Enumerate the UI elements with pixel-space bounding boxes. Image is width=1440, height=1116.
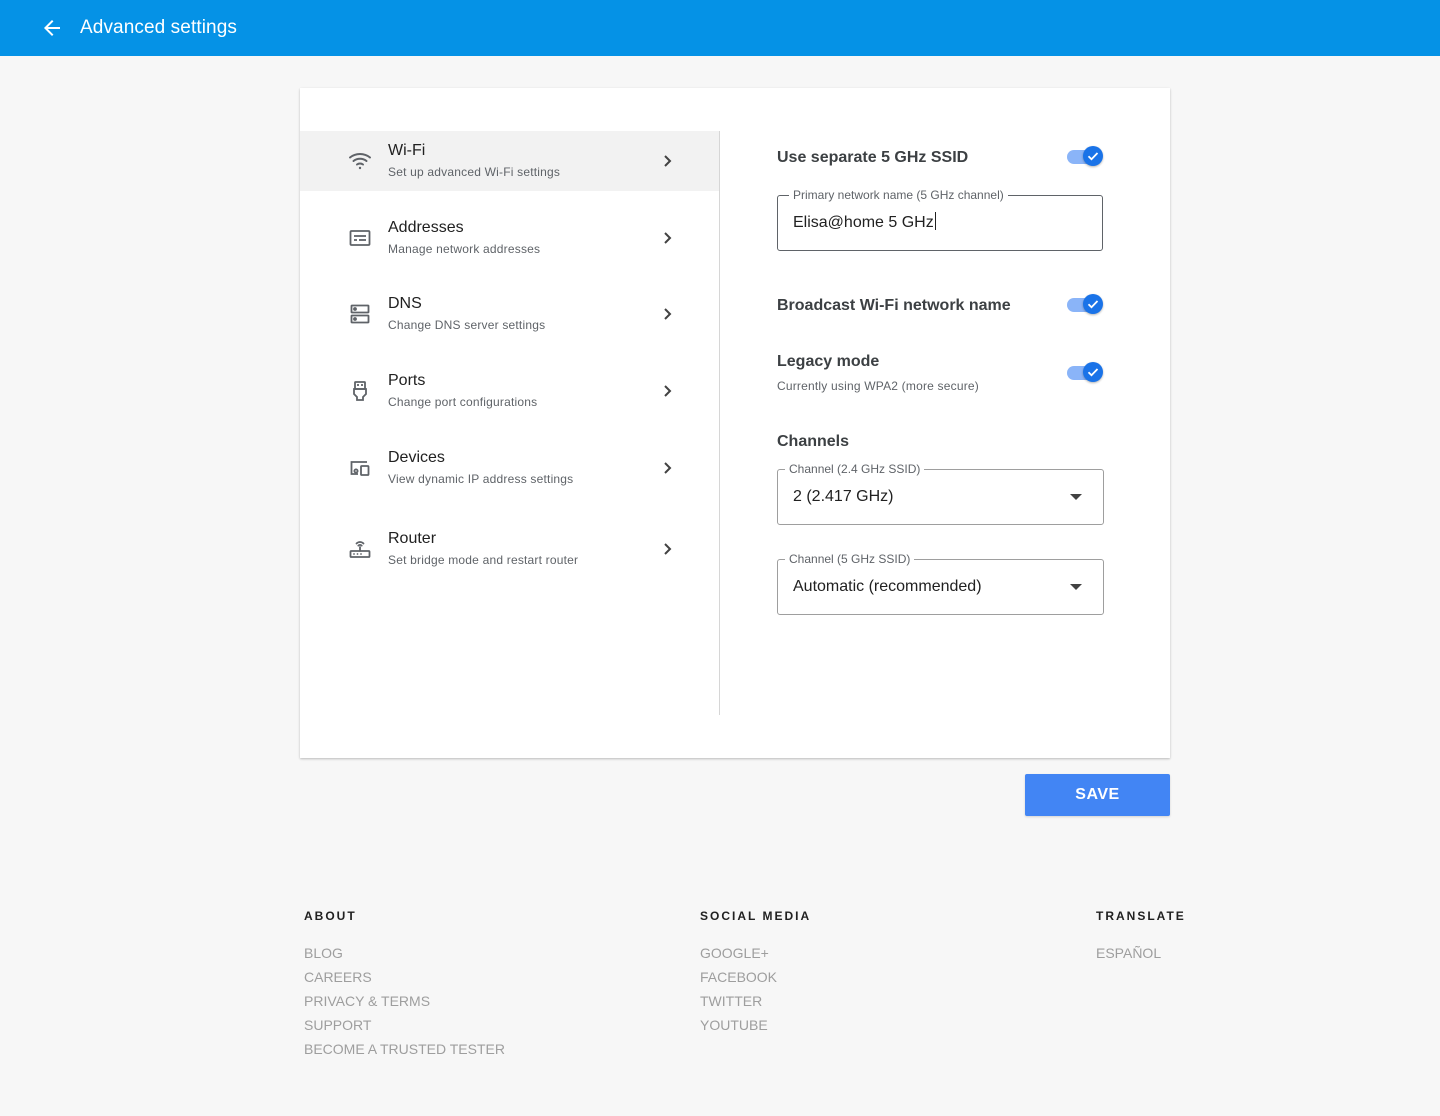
nav-item-subtitle: View dynamic IP address settings	[388, 472, 574, 486]
app-bar: Advanced settings	[0, 0, 1440, 56]
channels-heading: Channels	[777, 433, 850, 450]
page-title: Advanced settings	[80, 17, 237, 38]
footer-link-privacy-terms[interactable]: PRIVACY & TERMS	[304, 989, 505, 1013]
server-icon	[348, 302, 372, 326]
footer-link-trusted-tester[interactable]: BECOME A TRUSTED TESTER	[304, 1037, 505, 1061]
nav-item-router[interactable]: Router Set bridge mode and restart route…	[300, 519, 719, 579]
broadcast-label: Broadcast Wi-Fi network name	[777, 297, 1011, 314]
save-button[interactable]: SAVE	[1025, 774, 1170, 816]
ethernet-port-icon	[348, 379, 372, 403]
wifi-icon	[348, 149, 372, 173]
footer-link-google-plus[interactable]: GOOGLE+	[700, 941, 811, 965]
nav-item-ports[interactable]: Ports Change port configurations	[300, 361, 719, 421]
channel-5-select[interactable]: Channel (5 GHz SSID) Automatic (recommen…	[777, 552, 1104, 615]
nav-item-subtitle: Manage network addresses	[388, 242, 541, 256]
nav-item-label: Addresses	[388, 219, 464, 236]
nav-item-label: Wi-Fi	[388, 142, 426, 159]
vertical-divider	[719, 131, 720, 715]
nav-item-subtitle: Set up advanced Wi-Fi settings	[388, 165, 561, 179]
legacy-mode-label: Legacy mode	[777, 353, 880, 370]
field-value: Elisa@home 5 GHz	[793, 214, 934, 231]
footer-link-youtube[interactable]: YOUTUBE	[700, 1013, 811, 1037]
nav-item-dns[interactable]: DNS Change DNS server settings	[300, 284, 719, 344]
chevron-right-icon	[660, 149, 676, 173]
chevron-right-icon	[660, 226, 676, 250]
nav-item-subtitle: Set bridge mode and restart router	[388, 553, 579, 567]
back-arrow-icon[interactable]	[40, 16, 64, 40]
footer-link-facebook[interactable]: FACEBOOK	[700, 965, 811, 989]
legacy-mode-subtitle: Currently using WPA2 (more secure)	[777, 379, 979, 393]
select-value: 2 (2.417 GHz)	[793, 488, 894, 505]
footer-heading: ABOUT	[304, 909, 357, 923]
nav-item-subtitle: Change DNS server settings	[388, 318, 546, 332]
field-label: Channel (5 GHz SSID)	[785, 552, 915, 566]
footer-heading: TRANSLATE	[1096, 909, 1186, 923]
footer-social: SOCIAL MEDIA GOOGLE+ FACEBOOK TWITTER YO…	[700, 909, 811, 1037]
chevron-right-icon	[660, 456, 676, 480]
primary-network-name-field[interactable]: Primary network name (5 GHz channel) Eli…	[777, 188, 1103, 251]
nav-item-label: DNS	[388, 295, 422, 312]
field-label: Channel (2.4 GHz SSID)	[785, 462, 925, 476]
chevron-right-icon	[660, 537, 676, 561]
chevron-right-icon	[660, 302, 676, 326]
nav-item-label: Devices	[388, 449, 445, 466]
chevron-right-icon	[660, 379, 676, 403]
separate-ssid-toggle[interactable]	[1067, 145, 1105, 169]
legacy-mode-toggle[interactable]	[1067, 361, 1105, 385]
nav-item-label: Ports	[388, 372, 426, 389]
nav-item-subtitle: Change port configurations	[388, 395, 538, 409]
footer-link-twitter[interactable]: TWITTER	[700, 989, 811, 1013]
nav-item-devices[interactable]: Devices View dynamic IP address settings	[300, 438, 719, 498]
dropdown-arrow-icon	[1070, 584, 1082, 590]
footer-translate: TRANSLATE ESPAÑOL	[1096, 909, 1186, 965]
footer-about: ABOUT BLOG CAREERS PRIVACY & TERMS SUPPO…	[304, 909, 505, 1061]
check-icon	[1087, 368, 1099, 377]
channel-24-select[interactable]: Channel (2.4 GHz SSID) 2 (2.417 GHz)	[777, 462, 1104, 525]
dropdown-arrow-icon	[1070, 494, 1082, 500]
settings-card: Wi-Fi Set up advanced Wi-Fi settings Add…	[300, 88, 1170, 758]
broadcast-toggle[interactable]	[1067, 293, 1105, 317]
footer-link-blog[interactable]: BLOG	[304, 941, 505, 965]
footer-link-support[interactable]: SUPPORT	[304, 1013, 505, 1037]
router-icon	[348, 537, 372, 561]
nav-item-label: Router	[388, 530, 437, 547]
footer-heading: SOCIAL MEDIA	[700, 909, 812, 923]
nav-item-addresses[interactable]: Addresses Manage network addresses	[300, 208, 719, 268]
nav-item-wifi[interactable]: Wi-Fi Set up advanced Wi-Fi settings	[300, 131, 719, 191]
address-card-icon	[348, 226, 372, 250]
check-icon	[1087, 152, 1099, 161]
field-label: Primary network name (5 GHz channel)	[789, 188, 1008, 202]
devices-icon	[348, 456, 372, 480]
select-value: Automatic (recommended)	[793, 578, 982, 595]
footer-link-espanol[interactable]: ESPAÑOL	[1096, 941, 1186, 965]
text-caret	[934, 212, 936, 230]
check-icon	[1087, 300, 1099, 309]
footer-link-careers[interactable]: CAREERS	[304, 965, 505, 989]
separate-ssid-label: Use separate 5 GHz SSID	[777, 149, 969, 166]
